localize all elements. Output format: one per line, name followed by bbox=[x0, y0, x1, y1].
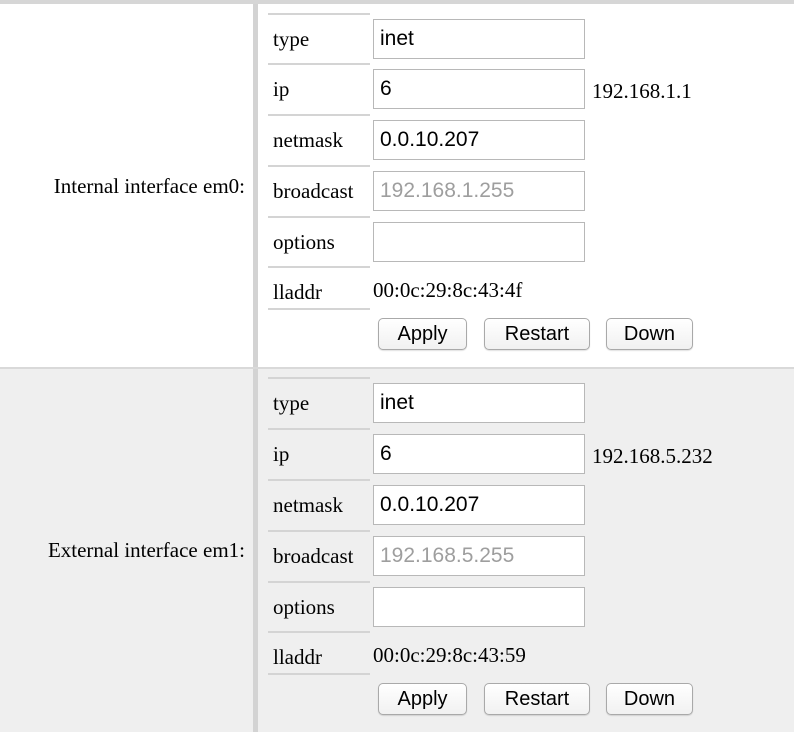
ip-address-value: 192.168.1.1 bbox=[592, 79, 692, 103]
netmask-field[interactable]: 0.0.10.207 bbox=[373, 120, 585, 160]
restart-button[interactable]: Restart bbox=[484, 318, 590, 350]
ip-label: ip bbox=[268, 63, 370, 111]
down-button[interactable]: Down bbox=[606, 683, 693, 715]
down-button[interactable]: Down bbox=[606, 318, 693, 350]
ip-address-value: 192.168.5.232 bbox=[592, 444, 713, 468]
options-label: options bbox=[268, 581, 370, 629]
netmask-label: netmask bbox=[268, 479, 370, 527]
apply-button[interactable]: Apply bbox=[378, 683, 467, 715]
options-label: options bbox=[268, 216, 370, 264]
row-divider bbox=[268, 308, 370, 310]
broadcast-label: broadcast bbox=[268, 165, 370, 213]
restart-button[interactable]: Restart bbox=[484, 683, 590, 715]
row-divider bbox=[268, 673, 370, 675]
lladdr-value: 00:0c:29:8c:43:59 bbox=[373, 643, 526, 667]
column-divider bbox=[253, 369, 258, 732]
type-label: type bbox=[268, 377, 370, 425]
interface-section-em0: Internal interface em0: type inet ip 6 1… bbox=[0, 4, 794, 368]
lladdr-label: lladdr bbox=[268, 631, 370, 679]
type-label: type bbox=[268, 13, 370, 61]
ip-label: ip bbox=[268, 428, 370, 476]
lladdr-label: lladdr bbox=[268, 266, 370, 314]
broadcast-field[interactable]: 192.168.1.255 bbox=[373, 171, 585, 211]
type-field[interactable]: inet bbox=[373, 19, 585, 59]
netmask-label: netmask bbox=[268, 114, 370, 162]
ip-field[interactable]: 6 bbox=[373, 69, 585, 109]
interface-label: External interface em1: bbox=[47, 538, 245, 562]
broadcast-field[interactable]: 192.168.5.255 bbox=[373, 536, 585, 576]
apply-button[interactable]: Apply bbox=[378, 318, 467, 350]
lladdr-value: 00:0c:29:8c:43:4f bbox=[373, 278, 523, 302]
broadcast-label: broadcast bbox=[268, 530, 370, 578]
options-field[interactable] bbox=[373, 587, 585, 627]
column-divider bbox=[253, 4, 258, 368]
type-field[interactable]: inet bbox=[373, 383, 585, 423]
interface-section-em1: External interface em1: type inet ip 6 1… bbox=[0, 369, 794, 732]
options-field[interactable] bbox=[373, 222, 585, 262]
interface-label: Internal interface em0: bbox=[53, 174, 245, 198]
netmask-field[interactable]: 0.0.10.207 bbox=[373, 485, 585, 525]
ip-field[interactable]: 6 bbox=[373, 434, 585, 474]
